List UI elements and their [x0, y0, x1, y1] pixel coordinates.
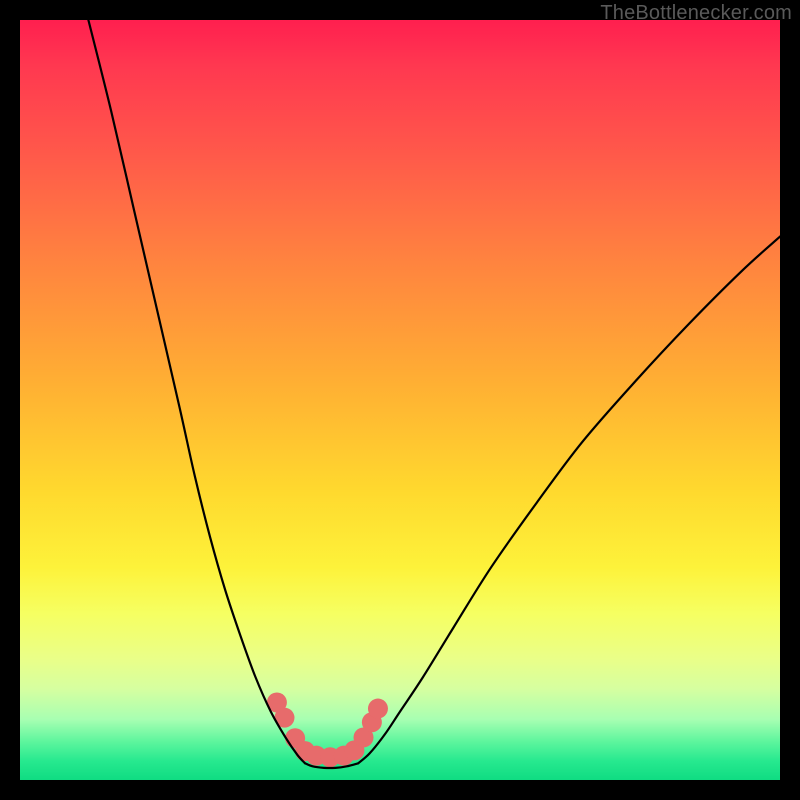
right-curve-line — [358, 237, 780, 764]
watermark-text: TheBottlenecker.com — [600, 2, 792, 25]
left-curve-line — [88, 20, 305, 763]
marker-dot — [368, 699, 388, 719]
marker-dots-group — [267, 692, 388, 767]
bottleneck-chart — [20, 20, 780, 780]
